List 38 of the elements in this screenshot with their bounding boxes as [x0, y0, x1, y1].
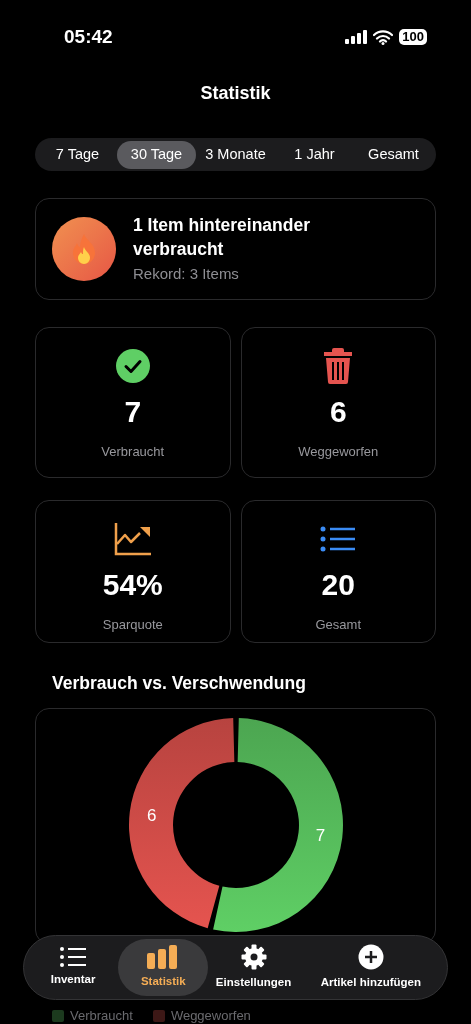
settings-icon	[240, 943, 267, 970]
stat-label: Gesamt	[315, 616, 361, 634]
status-time: 05:42	[64, 24, 113, 49]
streak-title: 1 Item hintereinander verbraucht	[133, 213, 311, 261]
streak-record: Rekord: 3 Items	[133, 263, 240, 284]
slice-value: 7	[315, 826, 325, 846]
signal-icon	[345, 30, 368, 44]
list-icon	[320, 525, 357, 553]
list-icon	[60, 946, 87, 967]
stat-value: 7	[124, 394, 142, 430]
period-tab[interactable]: Gesamt	[354, 140, 433, 169]
period-tab[interactable]: 1 Jahr	[275, 140, 354, 169]
period-tab[interactable]: 3 Monate	[196, 140, 275, 169]
tab-bar-item[interactable]: Artikel hinzufügen	[298, 939, 443, 996]
slice-value: 6	[146, 806, 156, 825]
stat-value: 6	[329, 394, 347, 430]
period-tab[interactable]: 7 Tage	[38, 140, 117, 169]
line-chart-icon	[113, 522, 152, 556]
tab-bar-item[interactable]: Statistik	[118, 939, 209, 996]
bar-chart-icon	[147, 944, 180, 969]
add-icon	[357, 943, 384, 970]
chart-title: Verbrauch vs. Verschwendung	[52, 672, 307, 695]
legend-label: Verbraucht	[70, 1008, 133, 1024]
stat-label: Verbraucht	[101, 443, 165, 461]
legend-label: Weggeworfen	[170, 1008, 251, 1024]
trash-icon	[322, 347, 355, 385]
wifi-icon	[373, 29, 394, 45]
battery-indicator: 100	[399, 29, 427, 45]
tab-bar-item[interactable]: Inventar	[28, 939, 119, 996]
checkmark-icon	[114, 348, 151, 384]
stat-value: 20	[321, 567, 355, 603]
page-title: Statistik	[200, 82, 271, 105]
tab-bar-item[interactable]: Einstellungen	[208, 939, 299, 996]
stat-label: Weggeworfen	[298, 443, 379, 461]
flame-icon	[71, 233, 97, 265]
stat-label: Sparquote	[102, 616, 163, 634]
stat-value: 54%	[102, 567, 163, 603]
period-tab[interactable]: 30 Tage	[117, 140, 196, 169]
